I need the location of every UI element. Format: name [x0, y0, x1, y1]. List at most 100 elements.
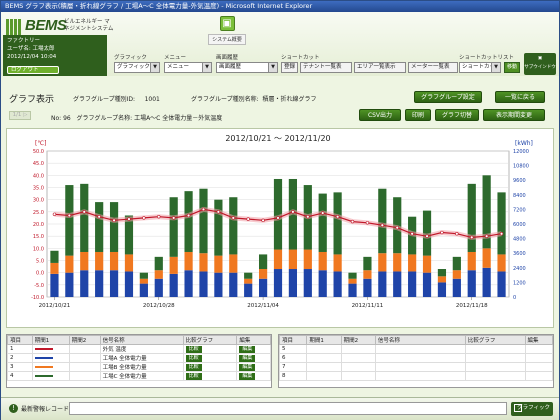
- bar-segment: [363, 270, 372, 279]
- row-number: 4: [7, 371, 33, 381]
- y-right-tick: 3600: [513, 251, 526, 257]
- subwindow-button[interactable]: ▣ サブウインドウ: [524, 53, 556, 75]
- y-right-tick: 9600: [513, 178, 526, 184]
- bar-segment: [452, 270, 461, 279]
- history-select[interactable]: 画面履歴 ▼: [216, 62, 278, 73]
- y-left-tick: 20.0: [33, 222, 44, 228]
- signal-name: 工場A 全体電力量: [99, 353, 184, 363]
- temperature-point: [455, 232, 459, 236]
- bar-segment: [437, 282, 447, 297]
- bar-segment: [393, 253, 402, 272]
- signal-name: 工場C 全体電力量: [99, 371, 184, 381]
- period-change-button[interactable]: 表示期間変更: [483, 109, 545, 121]
- bar-segment: [199, 253, 208, 272]
- csv-export-button[interactable]: CSV出力: [359, 109, 401, 121]
- bar-segment: [333, 192, 342, 255]
- bar-segment: [437, 276, 447, 283]
- temperature-point: [276, 216, 280, 220]
- shortcut-area-list[interactable]: エリア一覧表示: [354, 62, 406, 73]
- y-left-tick: 25.0: [33, 210, 44, 216]
- y-left-tick: -10.0: [31, 295, 44, 301]
- bar-segment: [65, 255, 74, 273]
- user-panel: ファクトリー ユーザ名: 工場太郎 2012/12/04 10:04 ログアウト: [3, 35, 107, 76]
- bar-segment: [348, 283, 357, 297]
- shortcut-tenant-list[interactable]: テナント一覧表: [300, 62, 352, 73]
- signal-name: [374, 344, 466, 354]
- menu-label: メニュー: [164, 55, 187, 61]
- shortcut-list-select[interactable]: ショートカット ▼: [459, 62, 501, 73]
- compare-cell: 比較: [182, 353, 238, 363]
- column-header: 編集: [236, 335, 271, 345]
- bar-segment: [65, 272, 74, 297]
- y-right-tick: 6000: [513, 222, 526, 228]
- compare-button[interactable]: 比較: [185, 372, 202, 380]
- compare-button[interactable]: 比較: [185, 354, 202, 362]
- bar-segment: [65, 185, 74, 256]
- bar-segment: [169, 197, 178, 257]
- bar-segment: [169, 256, 178, 274]
- period-1-swatch: [31, 344, 70, 354]
- temperature-point: [246, 217, 250, 221]
- system-overview-button[interactable]: ▣ システム概要: [208, 16, 246, 48]
- temperature-point: [306, 214, 310, 219]
- login-datetime: 2012/12/04 10:04: [7, 54, 57, 60]
- menu-select[interactable]: メニュー ▼: [164, 62, 212, 73]
- x-tick-label: 2012/11/04: [247, 303, 279, 309]
- bar-segment: [124, 254, 134, 272]
- graphic-icon: [514, 404, 522, 412]
- period-1-cell: [306, 371, 342, 381]
- y-left-tick: 50.0: [33, 149, 44, 155]
- compare-cell: [464, 371, 526, 381]
- group-settings-button[interactable]: グラフグループ設定: [414, 91, 482, 103]
- group-type-info: グラフグループ種別ID: 1001: [73, 96, 160, 103]
- temperature-point: [67, 213, 72, 218]
- bar-segment: [303, 269, 312, 297]
- edit-button[interactable]: 編集: [239, 354, 256, 362]
- bar-segment: [229, 254, 238, 273]
- edit-button[interactable]: 編集: [239, 372, 256, 380]
- bar-segment: [378, 271, 387, 297]
- temperature-point: [291, 210, 295, 214]
- edit-cell: 編集: [236, 371, 271, 381]
- bar-segment: [258, 269, 268, 279]
- edit-button[interactable]: 編集: [239, 345, 256, 353]
- x-tick-label: 2012/10/28: [143, 303, 175, 309]
- go-button[interactable]: 移動: [504, 62, 520, 73]
- bar-segment: [95, 251, 104, 271]
- graph-switch-button[interactable]: グラフ切替: [435, 109, 479, 121]
- logout-button[interactable]: ログアウト: [7, 66, 59, 74]
- shortcut-register-button[interactable]: 登録: [281, 62, 298, 73]
- chart-panel: 2012/10/21 ～ 2012/11/20 [℃] [kWh] -10.0 -5.0…: [6, 128, 554, 328]
- y-right-tick: 7200: [513, 207, 526, 213]
- table-row: 4 工場C 全体電力量 比較 編集: [7, 371, 271, 381]
- monitor-icon: ▣: [219, 16, 235, 31]
- print-button[interactable]: 印刷: [405, 109, 431, 121]
- graphic-button[interactable]: グラフィック: [511, 402, 553, 416]
- back-to-list-button[interactable]: 一覧に戻る: [495, 91, 545, 103]
- logo-text: BEMS: [25, 17, 67, 34]
- row-number: 2: [7, 353, 33, 363]
- bar-segment: [139, 283, 148, 297]
- row-number: 8: [278, 371, 308, 381]
- x-tick-label: 2012/11/11: [352, 303, 384, 309]
- bar-segment: [184, 270, 193, 297]
- chevron-down-icon: ▼: [491, 63, 500, 72]
- bar-segment: [169, 273, 178, 297]
- window-icon: ▣: [537, 56, 543, 61]
- edit-cell: 編集: [236, 353, 271, 363]
- compare-button[interactable]: 比較: [185, 363, 202, 371]
- signal-name: [374, 371, 466, 381]
- y-left-tick: 5.0: [36, 259, 44, 265]
- x-tick-label: 2012/10/21: [39, 303, 71, 309]
- graphic-select[interactable]: グラフィック ▼: [114, 62, 160, 73]
- edit-cell: [524, 344, 554, 354]
- bar-segment: [318, 251, 327, 271]
- bar-segment: [50, 273, 59, 297]
- alarm-icon: !: [9, 404, 18, 413]
- bar-segment: [378, 188, 387, 254]
- edit-button[interactable]: 編集: [239, 363, 256, 371]
- pager[interactable]: 1/1 ▷: [9, 111, 31, 120]
- compare-button[interactable]: 比較: [185, 345, 202, 353]
- shortcut-meter-list[interactable]: メーター一覧表: [408, 62, 458, 73]
- bar-segment: [497, 271, 506, 297]
